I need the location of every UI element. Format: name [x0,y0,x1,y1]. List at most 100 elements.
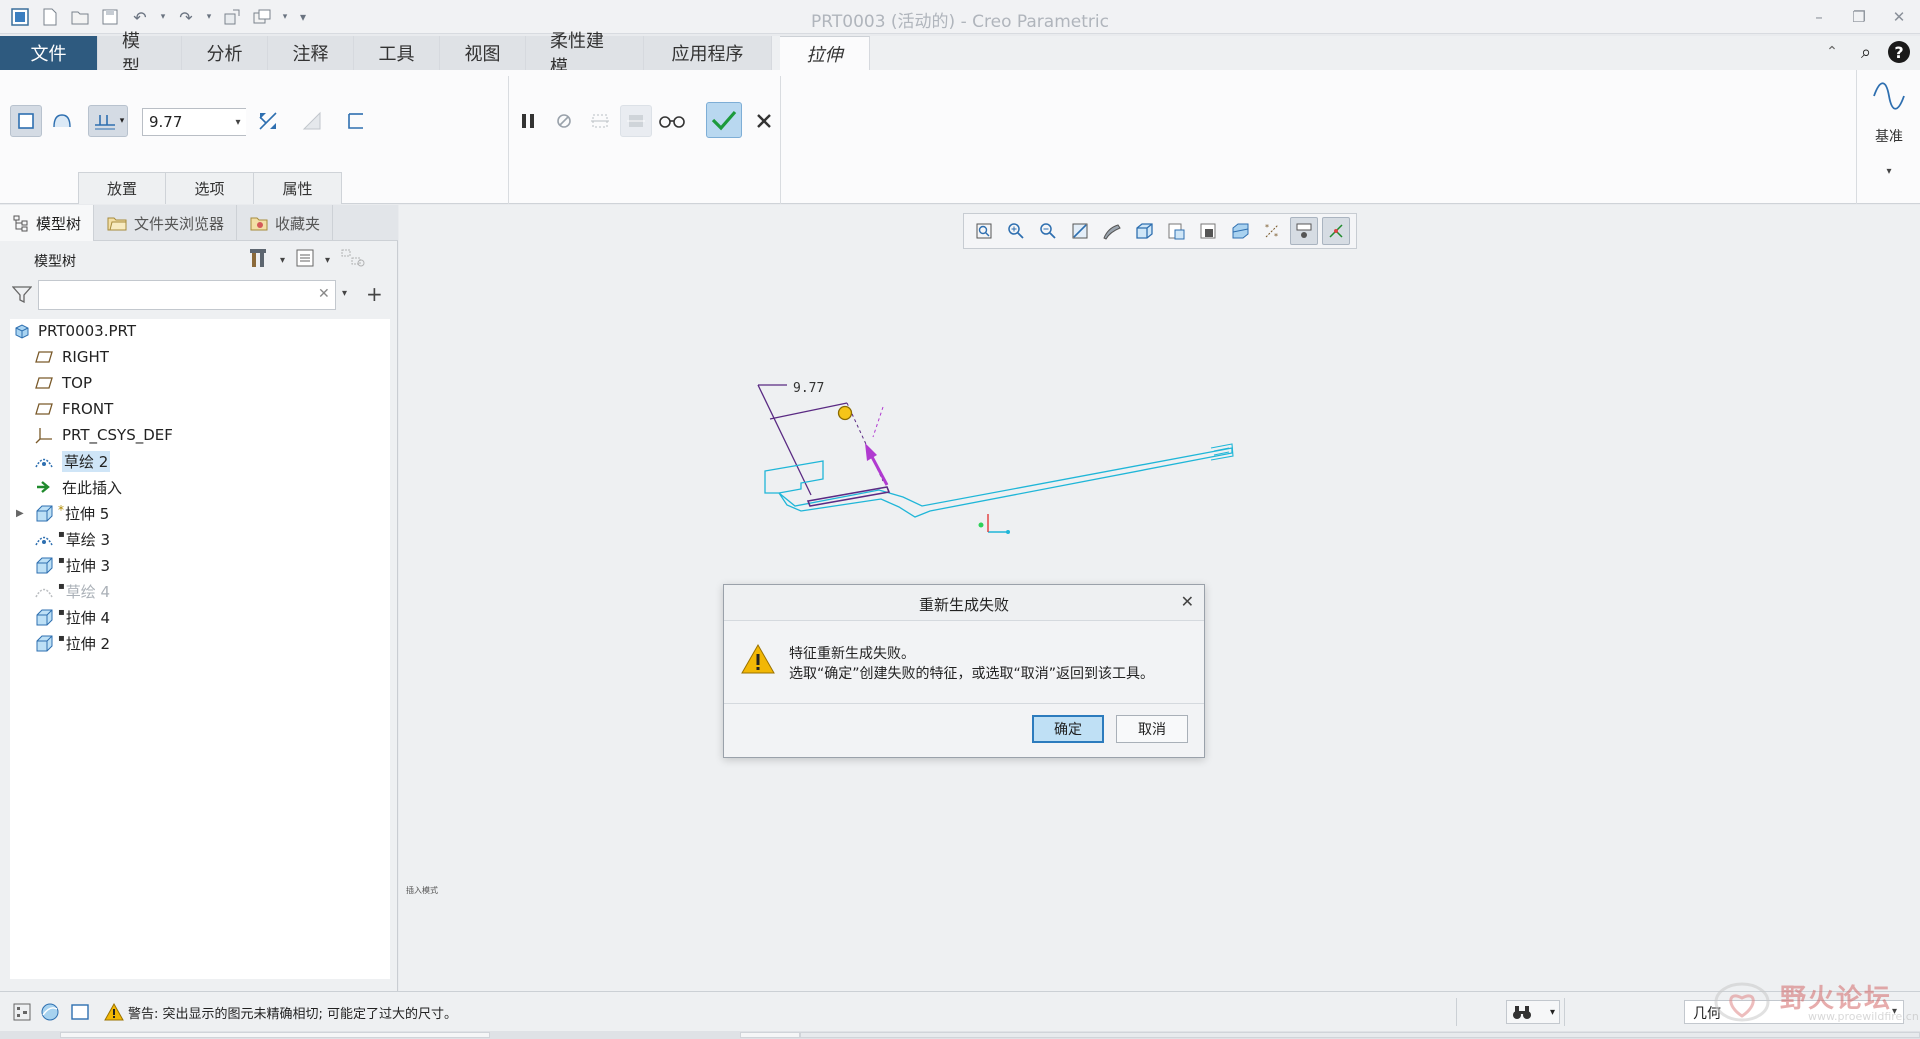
clear-search-icon[interactable]: ✕ [318,286,330,302]
tree-node-label: ▪拉伸 2 [58,632,111,653]
tab-extrude[interactable]: 拉伸 [780,36,870,70]
tab-model[interactable]: 模型 [98,31,182,78]
cancel-button[interactable]: 取消 [1116,715,1188,743]
close-window-icon[interactable]: ✕ [1886,4,1912,30]
toggle-navigator-icon[interactable] [10,1000,34,1024]
dimension-extension-line [757,384,812,496]
tree-node-part[interactable]: PRT0003.PRT [10,319,390,343]
extrude-direction-arrowhead[interactable] [865,443,877,461]
help-icon[interactable]: ? [1888,41,1910,63]
extrude-icon [34,503,54,523]
tab-view[interactable]: 视图 [440,36,526,70]
taskbar-segment [60,1032,490,1038]
attached-preview-button[interactable] [584,105,616,137]
csys-origin [978,522,984,528]
datum-curve-icon [1873,82,1905,110]
title-bar: ↶ ▾ ↷ ▾ ▾ ▾ PRT0003 (活动的) - Creo Paramet… [0,0,1920,34]
tree-node-extrude-4[interactable]: ▪拉伸 4 [10,605,390,629]
tree-node-label: RIGHT [62,348,109,366]
navigator-panel: 模型树 文件夹浏览器 收藏夹 模型树 ▾ ▾ ✕ ▾ + PRT0003.PRT… [0,205,398,991]
tab-applications[interactable]: 应用程序 [644,36,772,70]
expand-arrow-icon[interactable]: ▶ [16,508,28,519]
cancel-feature-button[interactable] [748,105,780,137]
extrude-solid-button[interactable] [10,105,42,137]
navtab-model-tree[interactable]: 模型树 [0,205,95,241]
solid-icon [18,113,34,129]
search-dropdown-icon[interactable]: ▾ [342,288,347,299]
sketch-profile [764,460,824,494]
navtab-model-tree-label: 模型树 [36,214,82,233]
restore-icon[interactable]: ❐ [1846,4,1872,30]
forum-watermark: 野火论坛 www.proewildfire.cn [1712,976,1919,1028]
ribbon-right-controls: ⌃ ⌕ ? [1820,40,1910,64]
no-preview-button[interactable] [548,105,580,137]
tree-node-top[interactable]: TOP [10,371,390,395]
filter-icon[interactable] [11,285,33,307]
detached-preview-button[interactable] [620,105,652,137]
tree-columns-icon[interactable] [340,248,366,272]
browser-icon[interactable] [38,1000,62,1024]
settings-dropdown-icon[interactable]: ▾ [280,255,285,266]
dialog-message-line1: 特征重新生成失败。 [789,646,915,662]
favorites-icon [250,217,268,231]
tree-node-extrude-5[interactable]: ▶ *拉伸 5 [10,501,390,525]
datum-plane-icon [34,347,54,367]
tab-file[interactable]: 文件 [0,36,98,70]
tree-node-insert-here[interactable]: 在此插入 [10,475,390,499]
depth-value-dropdown-icon[interactable]: ▾ [230,109,246,135]
show-dropdown-icon[interactable]: ▾ [325,255,330,266]
tab-analysis[interactable]: 分析 [182,36,268,70]
tree-node-sketch-3[interactable]: ▪草绘 3 [10,527,390,551]
tree-node-sketch-4[interactable]: ▪草绘 4 [10,579,390,603]
dialog-close-icon[interactable]: ✕ [1181,592,1194,611]
dialog-title-bar: 重新生成失败 ✕ [724,585,1204,621]
taskbar-segment [800,1032,1920,1038]
search-icon[interactable]: ⌕ [1854,40,1878,64]
subtab-options[interactable]: 选项 [166,172,254,204]
verify-mode-button[interactable] [656,105,688,137]
thicken-sketch-button[interactable] [340,105,372,137]
depth-dimension-text[interactable]: 9.77 [793,381,824,396]
confirm-button[interactable] [706,102,742,138]
dimension-line [769,402,848,420]
tree-node-right[interactable]: RIGHT [10,345,390,369]
tab-flexible-modeling[interactable]: 柔性建模 [526,31,644,78]
full-screen-icon[interactable] [68,1000,92,1024]
tree-node-label: *拉伸 5 [58,502,110,523]
add-filter-icon[interactable]: + [366,282,383,306]
model-tree-search-input[interactable] [38,280,336,310]
depth-drag-handle[interactable] [837,405,853,421]
tree-node-sketch-2[interactable]: 草绘 2 [10,449,390,473]
surface-icon [53,114,71,128]
tree-node-label: 在此插入 [62,478,123,497]
tab-annotate[interactable]: 注释 [268,36,354,70]
navtab-folder-browser[interactable]: 文件夹浏览器 [94,205,238,241]
extrude-direction-line [872,406,884,438]
datum-button[interactable] [1871,78,1907,114]
watermark-logo-icon [1714,982,1770,1022]
navtab-favorites[interactable]: 收藏夹 [237,205,334,241]
ok-button[interactable]: 确定 [1032,715,1104,743]
pause-button[interactable] [512,105,544,137]
taskbar-strip [0,1031,1920,1039]
find-dropdown-icon: ▾ [1549,1006,1555,1018]
tree-node-csys[interactable]: PRT_CSYS_DEF [10,423,390,447]
remove-material-button[interactable] [296,105,328,137]
minimize-icon[interactable]: – [1806,4,1832,30]
tab-tools[interactable]: 工具 [354,36,440,70]
settings-icon[interactable] [248,247,270,273]
collapse-ribbon-icon[interactable]: ⌃ [1820,40,1844,64]
extrude-surface-button[interactable] [46,105,78,137]
subtab-properties[interactable]: 属性 [254,172,342,204]
flip-direction-button[interactable] [252,105,284,137]
tree-node-extrude-2[interactable]: ▪拉伸 2 [10,631,390,655]
datum-dropdown-icon[interactable]: ▾ [1857,166,1920,177]
tree-node-front[interactable]: FRONT [10,397,390,421]
tree-node-extrude-3[interactable]: ▪拉伸 3 [10,553,390,577]
subtab-placement[interactable]: 放置 [78,172,166,204]
find-button[interactable]: ▾ [1506,1000,1560,1024]
depth-option-button[interactable]: ▾ [88,105,128,137]
csys-icon [34,425,54,445]
ribbon-tabs: 文件 模型 分析 注释 工具 视图 柔性建模 应用程序 拉伸 ⌃ ⌕ ? [0,31,1920,78]
show-icon[interactable] [295,248,315,272]
